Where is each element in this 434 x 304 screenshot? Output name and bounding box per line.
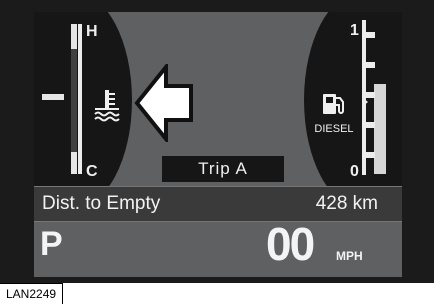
- trip-indicator: Trip A: [162, 156, 284, 182]
- fuel-pump-icon: [323, 94, 344, 114]
- temperature-gauge-cold-segment: [71, 152, 77, 174]
- speed-value: 00: [266, 218, 315, 270]
- temperature-high-label: H: [86, 23, 98, 40]
- fuel-side-pointer-icon: [362, 97, 368, 107]
- temperature-low-label: C: [86, 163, 98, 180]
- fuel-gauge-tick: [366, 152, 375, 158]
- distance-to-empty-bar: Dist. to Empty 428 km: [34, 186, 402, 222]
- distance-to-empty-label: Dist. to Empty: [42, 193, 161, 214]
- fuel-level-bar: [374, 84, 386, 174]
- coolant-temperature-icon: [94, 90, 120, 122]
- temperature-gauge-hot-segment: [71, 24, 77, 49]
- fuel-type-label: DIESEL: [314, 123, 354, 135]
- temperature-gauge-mid-tick: [42, 94, 64, 100]
- distance-to-empty-value: 428 km: [315, 193, 378, 214]
- temperature-gauge-scale: [78, 24, 82, 174]
- fuel-gauge-tick: [366, 32, 375, 38]
- fuel-gauge-tick: [366, 122, 375, 128]
- instrument-cluster: H C 1 0 DIESEL Trip A Dist. to Empty 428…: [0, 0, 434, 283]
- temperature-warning-arrow-icon: [134, 64, 193, 142]
- fuel-full-label: 1: [350, 22, 359, 39]
- message-center-display: H C 1 0 DIESEL Trip A Dist. to Empty 428…: [34, 12, 402, 277]
- fuel-empty-label: 0: [350, 163, 359, 180]
- fuel-gauge-tick: [366, 62, 375, 68]
- speed-unit: MPH: [336, 249, 363, 263]
- figure-caption: LAN2249: [0, 283, 64, 304]
- gear-indicator: P: [40, 225, 63, 263]
